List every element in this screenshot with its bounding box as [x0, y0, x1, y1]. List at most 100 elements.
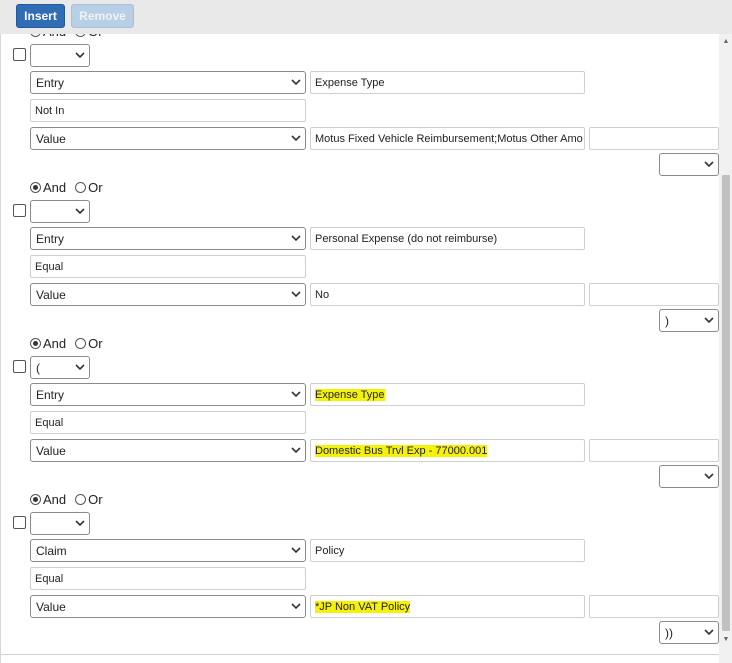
field-select[interactable]: Claim: [30, 539, 306, 562]
chevron-down-icon: [75, 208, 85, 215]
and-or-toggle: And Or: [30, 334, 103, 352]
paren-value: (: [36, 360, 40, 375]
or-label: Or: [88, 179, 103, 195]
logic-select[interactable]: [659, 153, 719, 176]
or-label: Or: [88, 335, 103, 351]
paren-select[interactable]: (: [30, 356, 90, 379]
chevron-down-icon: [291, 391, 301, 398]
value-type-text: Value: [36, 443, 66, 458]
or-radio[interactable]: [75, 493, 87, 505]
and-label: And: [43, 34, 66, 39]
field-select-value: Claim: [36, 543, 67, 558]
operator-text: Not In: [35, 104, 65, 117]
and-or-toggle: And Or: [30, 490, 103, 508]
field-select-value: Entry: [36, 75, 65, 90]
chevron-down-icon: [291, 235, 301, 242]
and-or-toggle: And Or: [30, 178, 103, 196]
remove-button[interactable]: Remove: [71, 4, 134, 28]
value-input[interactable]: Motus Fixed Vehicle Reimbursement;Motus …: [310, 127, 585, 150]
scroll-down-icon[interactable]: ▼: [719, 632, 732, 646]
and-radio[interactable]: [30, 493, 41, 505]
value-input[interactable]: *JP Non VAT Policy: [310, 595, 585, 618]
scrollbar-thumb[interactable]: [722, 175, 730, 631]
paren-select[interactable]: [30, 200, 90, 223]
condition-group-2: And Or Entry Personal Expense (do not re…: [1, 178, 719, 334]
value-extra-input[interactable]: [589, 595, 719, 618]
field-value-input[interactable]: Expense Type: [310, 383, 585, 406]
field-value-text: Expense Type: [315, 76, 385, 89]
field-select-value: Entry: [36, 387, 65, 402]
value-text: Motus Fixed Vehicle Reimbursement;Motus …: [315, 132, 583, 145]
paren-select[interactable]: [30, 512, 90, 535]
and-or-toggle: And Or: [30, 34, 103, 40]
vertical-scrollbar[interactable]: ▲ ▼: [719, 34, 732, 663]
field-select-value: Entry: [36, 231, 65, 246]
row-checkbox[interactable]: [13, 516, 26, 529]
conditions-panel: And Or Entry Expense Type Not In Value: [0, 34, 732, 663]
value-extra-input[interactable]: [589, 439, 719, 462]
condition-group-4: And Or Claim Policy Equal Value *JP Non …: [1, 490, 719, 646]
field-value-input[interactable]: Personal Expense (do not reimburse): [310, 227, 585, 250]
field-value-text: Expense Type: [315, 388, 385, 401]
value-type-select[interactable]: Value: [30, 283, 306, 306]
operator-text: Equal: [35, 416, 64, 429]
logic-select[interactable]: ): [659, 309, 719, 332]
insert-button[interactable]: Insert: [16, 4, 65, 28]
field-value-input[interactable]: Expense Type: [310, 71, 585, 94]
value-extra-input[interactable]: [589, 127, 719, 150]
and-radio[interactable]: [30, 181, 41, 193]
and-radio[interactable]: [30, 337, 41, 349]
paren-select[interactable]: [30, 44, 90, 67]
field-value-input[interactable]: Policy: [310, 539, 585, 562]
panel-bottom-border: [1, 654, 719, 655]
row-checkbox[interactable]: [13, 360, 26, 373]
operator-input[interactable]: Not In: [30, 99, 306, 122]
or-radio[interactable]: [75, 337, 87, 349]
chevron-down-icon: [291, 447, 301, 454]
chevron-down-icon: [704, 473, 714, 480]
operator-input[interactable]: Equal: [30, 411, 306, 434]
chevron-down-icon: [75, 520, 85, 527]
chevron-down-icon: [704, 317, 714, 324]
logic-value: ): [665, 313, 669, 328]
chevron-down-icon: [291, 135, 301, 142]
chevron-down-icon: [75, 364, 85, 371]
value-extra-input[interactable]: [589, 283, 719, 306]
row-checkbox[interactable]: [13, 204, 26, 217]
value-type-text: Value: [36, 599, 66, 614]
operator-input[interactable]: Equal: [30, 567, 306, 590]
value-input[interactable]: No: [310, 283, 585, 306]
field-select[interactable]: Entry: [30, 71, 306, 94]
value-text: *JP Non VAT Policy: [315, 600, 411, 613]
logic-select[interactable]: )): [659, 621, 719, 644]
and-label: And: [43, 179, 67, 195]
chevron-down-icon: [291, 603, 301, 610]
and-label: And: [43, 335, 67, 351]
or-radio[interactable]: [75, 34, 87, 37]
value-input[interactable]: Domestic Bus Trvl Exp - 77000.001: [310, 439, 585, 462]
row-checkbox[interactable]: [13, 48, 26, 61]
field-value-text: Policy: [315, 544, 345, 557]
conditions-list: And Or Entry Expense Type Not In Value: [1, 34, 719, 663]
value-type-select[interactable]: Value: [30, 439, 306, 462]
value-type-text: Value: [36, 287, 66, 302]
and-label: And: [43, 491, 67, 507]
operator-input[interactable]: Equal: [30, 255, 306, 278]
field-select[interactable]: Entry: [30, 227, 306, 250]
field-value-text: Personal Expense (do not reimburse): [315, 232, 498, 245]
chevron-down-icon: [291, 291, 301, 298]
condition-group-1: And Or Entry Expense Type Not In Value: [1, 34, 719, 178]
and-radio[interactable]: [30, 34, 41, 37]
value-type-select[interactable]: Value: [30, 595, 306, 618]
value-type-select[interactable]: Value: [30, 127, 306, 150]
scroll-up-icon[interactable]: ▲: [719, 34, 732, 48]
operator-text: Equal: [35, 260, 64, 273]
value-text: Domestic Bus Trvl Exp - 77000.001: [315, 444, 488, 457]
operator-text: Equal: [35, 572, 64, 585]
value-type-text: Value: [36, 131, 66, 146]
logic-select[interactable]: [659, 465, 719, 488]
value-text: No: [315, 288, 330, 301]
field-select[interactable]: Entry: [30, 383, 306, 406]
or-radio[interactable]: [75, 181, 87, 193]
chevron-down-icon: [704, 629, 714, 636]
